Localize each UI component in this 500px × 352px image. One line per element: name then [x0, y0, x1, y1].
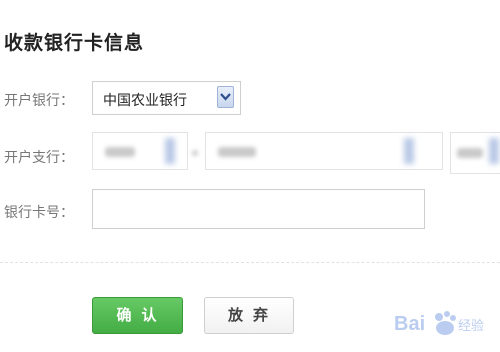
branch-bank-select[interactable] [450, 132, 500, 174]
bank-label: 开户银行： [4, 93, 74, 109]
section-divider [0, 262, 500, 263]
confirm-button[interactable]: 确认 [92, 297, 183, 334]
bank-dropdown-button[interactable] [217, 86, 234, 108]
bank-select[interactable]: 中国农业银行 [92, 81, 241, 115]
blurred-province-value [105, 147, 135, 157]
svg-text:经验: 经验 [458, 318, 484, 334]
svg-text:Bai: Bai [394, 313, 425, 335]
bank-select-value: 中国农业银行 [103, 93, 187, 109]
chevron-down-icon [220, 93, 231, 101]
blurred-separator [192, 150, 198, 156]
blurred-branch-value [457, 148, 483, 158]
blurred-dropdown-button[interactable] [404, 138, 414, 164]
baidu-watermark-logo: Bai 经验 [386, 304, 496, 348]
cancel-button[interactable]: 放弃 [204, 297, 294, 334]
blurred-city-value [218, 147, 256, 157]
card-label: 银行卡号： [4, 205, 74, 221]
branch-province-select[interactable] [92, 132, 188, 170]
blurred-dropdown-button[interactable] [165, 138, 175, 164]
branch-city-select[interactable] [205, 132, 443, 170]
card-number-input[interactable] [92, 189, 425, 229]
branch-label: 开户支行： [4, 150, 74, 166]
blurred-dropdown-button[interactable] [489, 138, 499, 164]
page-title: 收款银行卡信息 [4, 32, 145, 54]
